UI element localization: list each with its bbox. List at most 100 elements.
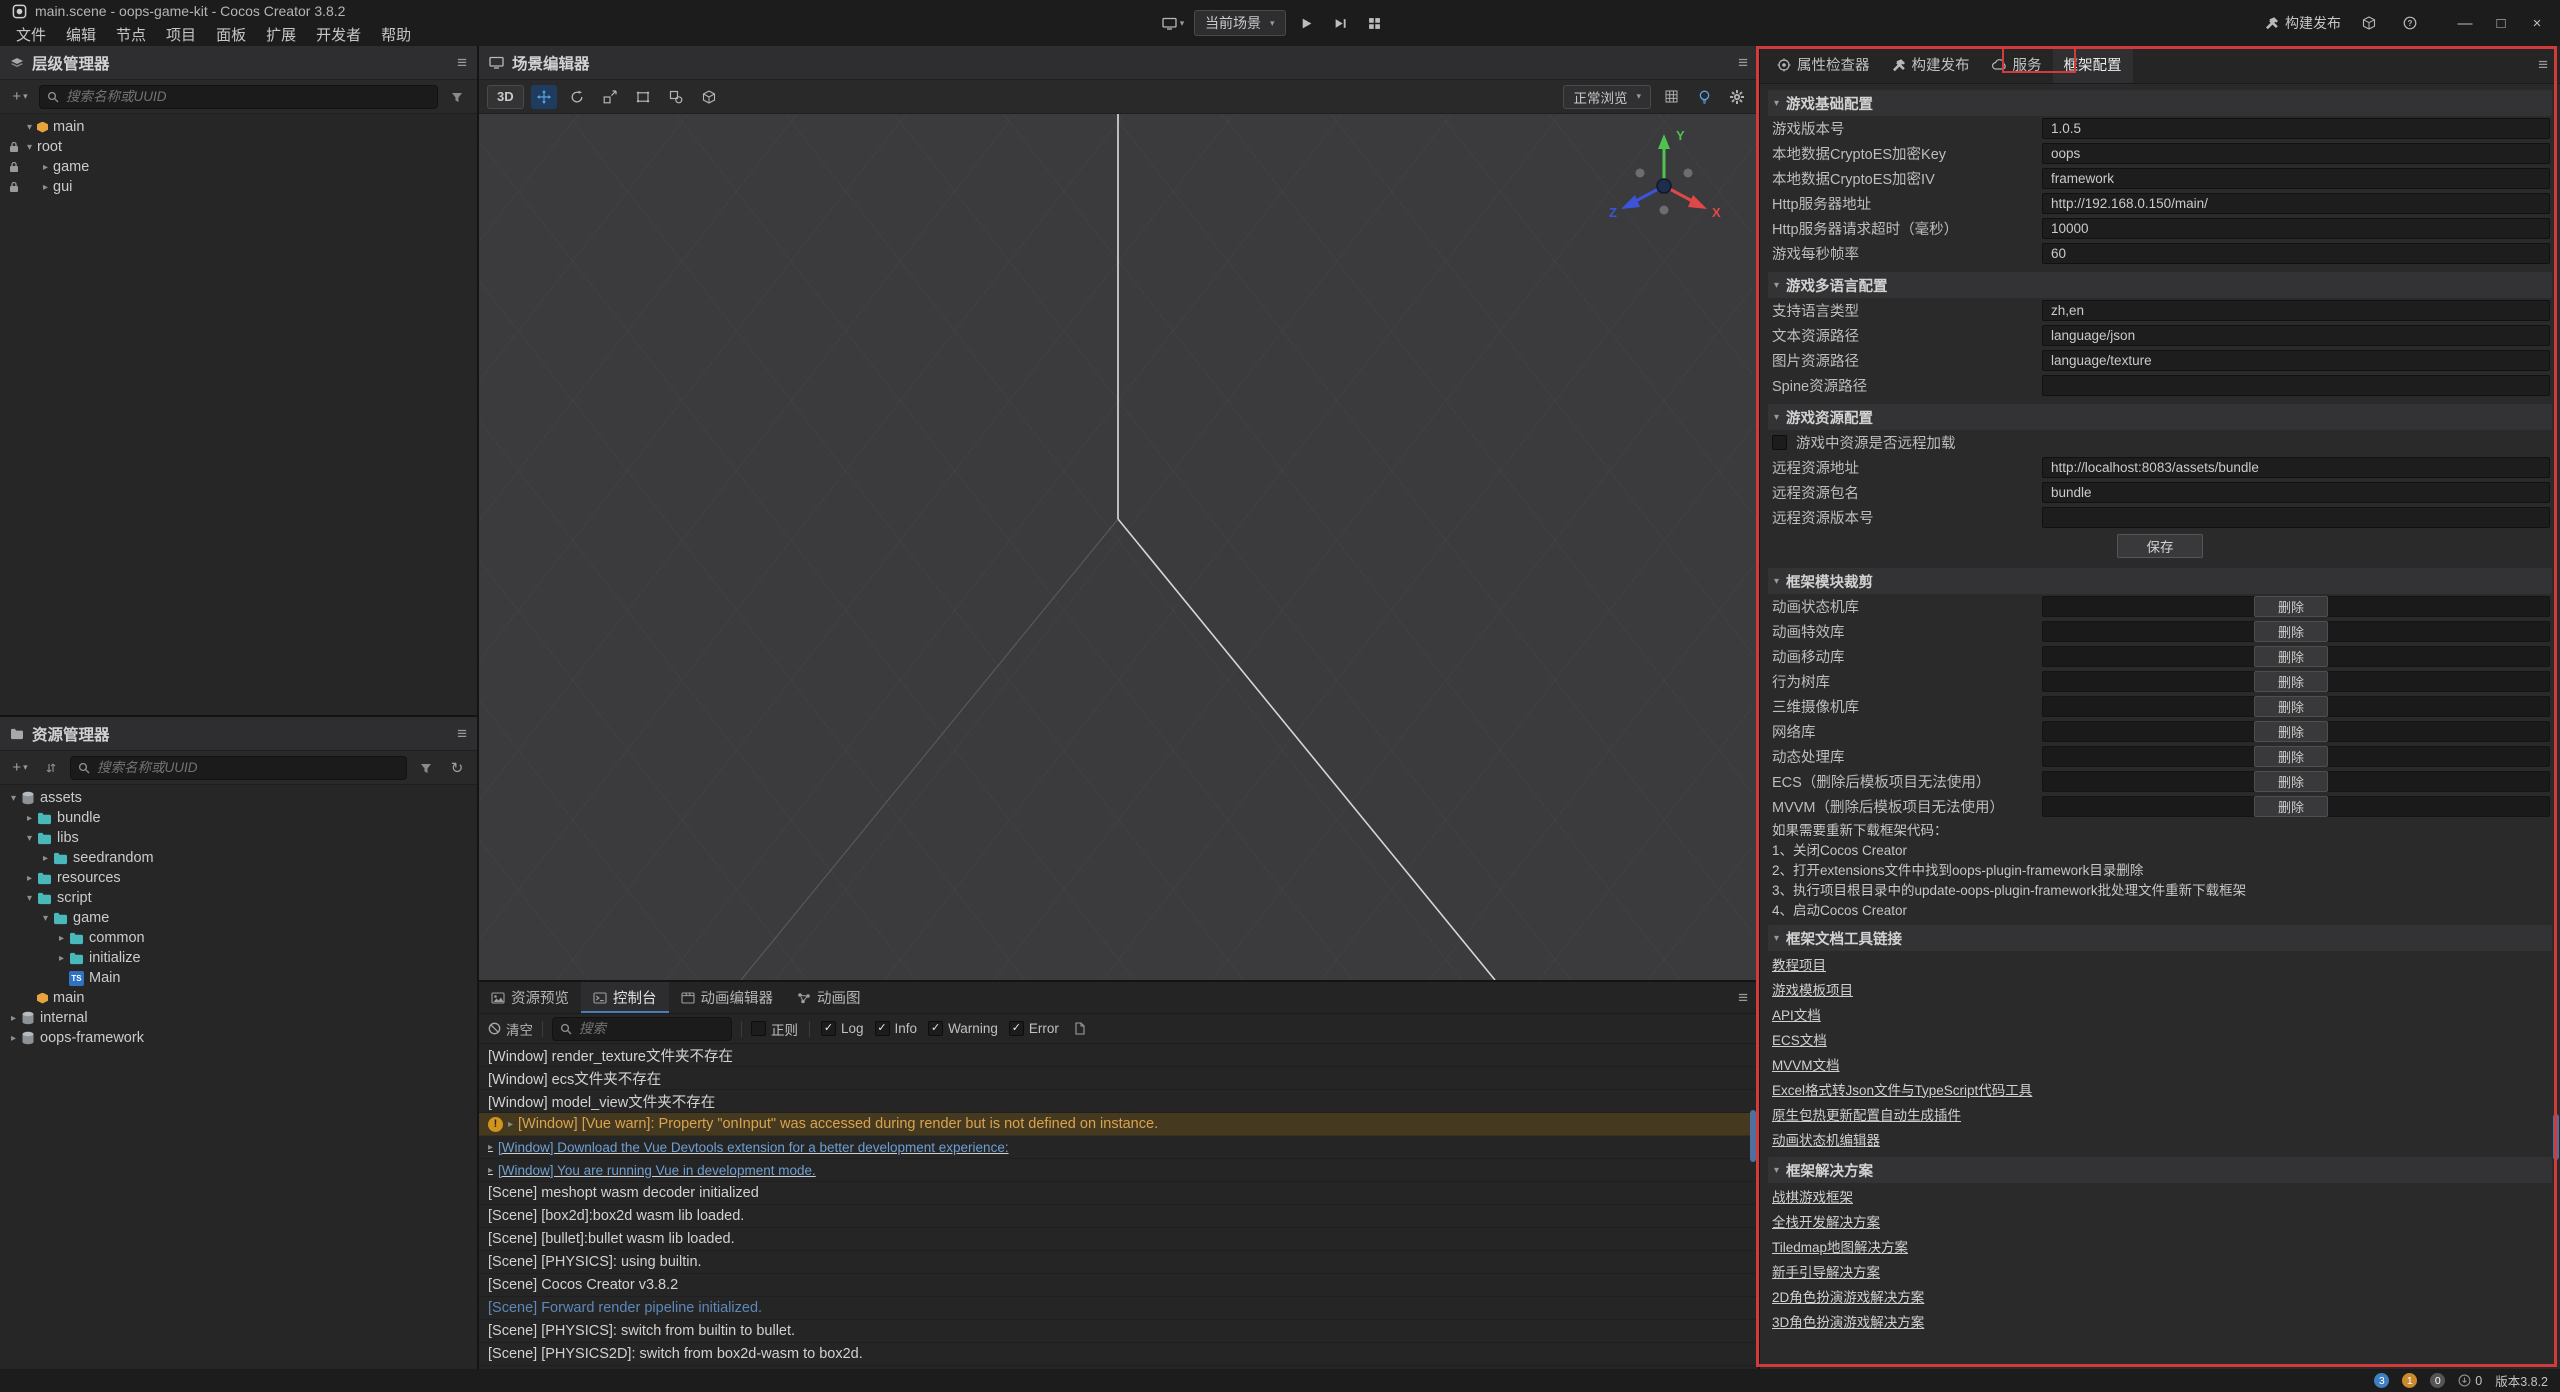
tree-node[interactable]: ▸bundle: [0, 808, 477, 828]
tab-build[interactable]: 构建发布: [1881, 46, 1981, 83]
tree-arrow-icon[interactable]: ▸: [54, 953, 69, 964]
filter-正则[interactable]: 正则: [751, 1019, 798, 1039]
close-button[interactable]: ×: [2524, 15, 2550, 32]
doc-link-hot-update-plugin[interactable]: 原生包热更新配置自动生成插件: [1772, 1104, 1961, 1124]
tree-arrow-icon[interactable]: ▾: [22, 122, 37, 133]
tree-arrow-icon[interactable]: ▾: [22, 142, 37, 153]
doc-link-guide[interactable]: 新手引导解决方案: [1772, 1261, 1880, 1281]
tree-arrow-icon[interactable]: ▸: [38, 162, 53, 173]
input-languages[interactable]: [2042, 300, 2550, 321]
log-row[interactable]: [Window] ecs文件夹不存在: [479, 1067, 1758, 1090]
doc-link-excel-tool[interactable]: Excel格式转Json文件与TypeScript代码工具: [1772, 1079, 2032, 1099]
inspector-scrollbar[interactable]: [2553, 1114, 2559, 1160]
menu-item[interactable]: 扩展: [256, 22, 306, 46]
log-row[interactable]: !▸[Window] [Vue warn]: Property "onInput…: [479, 1113, 1758, 1136]
tree-node[interactable]: ▸internal: [0, 1008, 477, 1028]
play-button[interactable]: [1294, 10, 1320, 36]
input-lang-json-path[interactable]: [2042, 325, 2550, 346]
tab-inspector[interactable]: 属性检查器: [1766, 46, 1881, 83]
input-http-server[interactable]: [2042, 193, 2550, 214]
input-game-version[interactable]: [2042, 118, 2550, 139]
doc-link-tutorial-project[interactable]: 教程项目: [1772, 954, 1826, 974]
delete-button-animator[interactable]: 删除: [2254, 596, 2328, 617]
tree-node[interactable]: ▸common: [0, 928, 477, 948]
create-node-button[interactable]: + ▾: [8, 85, 32, 109]
step-button[interactable]: [1328, 10, 1354, 36]
menu-item[interactable]: 项目: [156, 22, 206, 46]
input-remote-server[interactable]: [2042, 457, 2550, 478]
tree-arrow-icon[interactable]: ▾: [38, 913, 53, 924]
log-row[interactable]: [Scene] [PHYSICS2D]: switch from box2d-w…: [479, 1343, 1758, 1366]
console-tab-animation-editor[interactable]: 动画编辑器: [669, 982, 786, 1013]
tree-node[interactable]: ▾script: [0, 888, 477, 908]
checkbox-remote-load[interactable]: [1772, 435, 1787, 450]
input-lang-texture-path[interactable]: [2042, 350, 2550, 371]
menu-item[interactable]: 节点: [106, 22, 156, 46]
save-button[interactable]: 保存: [2117, 534, 2203, 558]
checkbox-icon[interactable]: ✓: [928, 1021, 943, 1036]
scale-tool-button[interactable]: [597, 85, 623, 109]
warning-count-badge[interactable]: 1: [2402, 1373, 2417, 1388]
log-row[interactable]: ▸[Window] Download the Vue Devtools exte…: [479, 1136, 1758, 1159]
tree-arrow-icon[interactable]: ▸: [38, 182, 53, 193]
menu-item[interactable]: 帮助: [371, 22, 421, 46]
panel-menu-icon[interactable]: ≡: [2532, 46, 2554, 83]
section-header[interactable]: ▾框架文档工具链接: [1768, 925, 2552, 951]
doc-link-animator-editor[interactable]: 动画状态机编辑器: [1772, 1129, 1880, 1149]
console-scrollbar[interactable]: [1750, 1110, 1756, 1162]
checkbox-icon[interactable]: ✓: [821, 1021, 836, 1036]
doc-link-mvvm-doc[interactable]: MVVM文档: [1772, 1054, 1840, 1074]
section-header[interactable]: ▾游戏基础配置: [1768, 90, 2552, 116]
tree-node[interactable]: ▸resources: [0, 868, 477, 888]
tab-framework-config[interactable]: 框架配置: [2053, 46, 2133, 83]
rect-tool-button[interactable]: [630, 85, 656, 109]
assets-search-input[interactable]: [70, 756, 407, 780]
view-mode-dropdown[interactable]: 正常浏览 ▾: [1563, 85, 1651, 109]
filter-info[interactable]: ✓Info: [875, 1021, 918, 1036]
grid-toggle-button[interactable]: [1658, 85, 1684, 109]
tree-node[interactable]: TSMain: [0, 968, 477, 988]
console-search-input[interactable]: [552, 1017, 732, 1041]
console-tab-asset-preview[interactable]: 资源预览: [479, 982, 581, 1013]
delete-button-network[interactable]: 删除: [2254, 721, 2328, 742]
hierarchy-filter-button[interactable]: [445, 85, 469, 109]
expand-arrow-icon[interactable]: ▸: [488, 1165, 493, 1176]
delete-button-dynamic[interactable]: 删除: [2254, 746, 2328, 767]
clear-console-button[interactable]: 清空: [488, 1019, 533, 1039]
menu-item[interactable]: 编辑: [56, 22, 106, 46]
delete-button-effect[interactable]: 删除: [2254, 621, 2328, 642]
tree-node[interactable]: ▾game: [0, 908, 477, 928]
delete-button-ecs[interactable]: 删除: [2254, 771, 2328, 792]
preview-device-button[interactable]: ▾: [1160, 10, 1186, 36]
input-fps[interactable]: [2042, 243, 2550, 264]
light-toggle-button[interactable]: [1691, 85, 1717, 109]
doc-link-rpg-2d[interactable]: 2D角色扮演游戏解决方案: [1772, 1286, 1924, 1306]
tree-node[interactable]: main: [0, 988, 477, 1008]
delete-button-move[interactable]: 删除: [2254, 646, 2328, 667]
menu-item[interactable]: 文件: [6, 22, 56, 46]
tree-arrow-icon[interactable]: ▸: [22, 813, 37, 824]
menu-item[interactable]: 面板: [206, 22, 256, 46]
log-row[interactable]: [Scene] [PHYSICS]: switch from builtin t…: [479, 1320, 1758, 1343]
input-lang-spine-path[interactable]: [2042, 375, 2550, 396]
layout-button[interactable]: [1362, 10, 1388, 36]
move-tool-button[interactable]: [531, 85, 557, 109]
tree-arrow-icon[interactable]: ▾: [22, 893, 37, 904]
scene-viewport[interactable]: Y X Z: [479, 114, 1758, 980]
log-row[interactable]: [Scene] meshopt wasm decoder initialized: [479, 1182, 1758, 1205]
delete-button-behavior-tree[interactable]: 删除: [2254, 671, 2328, 692]
tree-node[interactable]: ▸game: [0, 157, 477, 177]
orientation-gizmo[interactable]: Y X Z: [1604, 124, 1724, 244]
input-crypto-key[interactable]: [2042, 143, 2550, 164]
checkbox-icon[interactable]: [751, 1021, 766, 1036]
tree-node[interactable]: ▸oops-framework: [0, 1028, 477, 1048]
console-tab-console[interactable]: 控制台: [581, 982, 669, 1013]
minimize-button[interactable]: —: [2452, 15, 2478, 32]
tree-node[interactable]: ▸gui: [0, 177, 477, 197]
tree-node[interactable]: ▾main: [0, 117, 477, 137]
log-row[interactable]: [Window] model_view文件夹不存在: [479, 1090, 1758, 1113]
doc-link-fullstack[interactable]: 全栈开发解决方案: [1772, 1211, 1880, 1231]
log-row[interactable]: [Scene] [bullet]:bullet wasm lib loaded.: [479, 1228, 1758, 1251]
tree-arrow-icon[interactable]: ▸: [54, 933, 69, 944]
log-row[interactable]: ▸[Window] You are running Vue in develop…: [479, 1159, 1758, 1182]
